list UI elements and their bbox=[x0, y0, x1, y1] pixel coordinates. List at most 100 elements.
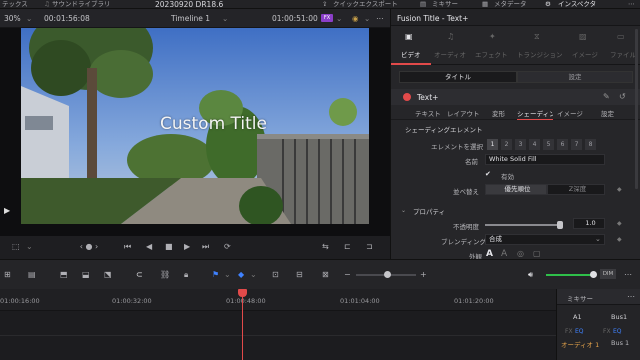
border-icon[interactable]: ◎ bbox=[517, 249, 524, 259]
outline-icon[interactable]: A bbox=[501, 249, 507, 259]
tab-image-text[interactable]: イメージ bbox=[557, 108, 583, 118]
skip-start-icon[interactable]: ⏮ bbox=[124, 242, 131, 252]
mark-out-icon[interactable]: ⊐ bbox=[366, 242, 373, 252]
play-icon[interactable]: ▶ bbox=[184, 242, 190, 252]
text-fill-icon[interactable]: A bbox=[486, 249, 493, 259]
element-4-button[interactable]: 4 bbox=[529, 139, 540, 150]
tab-audio[interactable]: ♫ オーディオ bbox=[433, 27, 471, 65]
blending-dropdown[interactable]: 合成 bbox=[485, 234, 605, 245]
tab-shading[interactable]: シェーディング bbox=[517, 108, 553, 120]
skip-end-icon[interactable]: ⏭ bbox=[202, 242, 209, 252]
zoom-custom-icon[interactable]: ⊠ bbox=[322, 270, 329, 280]
match-frame-icon[interactable]: ⇆ bbox=[322, 242, 329, 252]
dim-button[interactable]: DIM bbox=[600, 269, 616, 279]
chevron-down-icon[interactable]: ⌄ bbox=[26, 13, 32, 24]
title-overlay-text[interactable]: Custom Title bbox=[160, 114, 267, 134]
zoom-full-icon[interactable]: ⊡ bbox=[272, 270, 279, 280]
opacity-slider-knob[interactable] bbox=[557, 221, 563, 229]
element-5-button[interactable]: 5 bbox=[543, 139, 554, 150]
loop-icon[interactable]: ⟳ bbox=[224, 242, 231, 252]
zoom-slider-knob[interactable] bbox=[384, 271, 391, 278]
tab-transition[interactable]: ⧖ トランジション bbox=[517, 27, 563, 65]
quick-export-button[interactable]: クイックエクスポート bbox=[333, 0, 398, 8]
chevron-down-icon[interactable]: ⌄ bbox=[222, 13, 228, 24]
safe-area-icon[interactable]: ⬚ bbox=[12, 242, 20, 252]
opacity-field[interactable]: 1.0 bbox=[573, 218, 605, 229]
color-wheel-icon[interactable]: ◉ bbox=[352, 13, 359, 24]
tab-sound-library[interactable]: サウンドライブラリ bbox=[52, 0, 111, 8]
chevron-down-icon[interactable]: ⌄ bbox=[250, 270, 257, 280]
volume-slider[interactable] bbox=[546, 274, 594, 276]
tab-textures[interactable]: テックス bbox=[2, 0, 28, 8]
effect-enable-toggle[interactable] bbox=[403, 93, 411, 101]
chevron-down-icon[interactable]: ⌄ bbox=[364, 13, 370, 24]
timeline[interactable]: 01:00:16:00 01:00:32:00 01:00:48:00 01:0… bbox=[0, 289, 556, 360]
chevron-down-icon[interactable]: ⌄ bbox=[26, 242, 33, 252]
mark-in-icon[interactable]: ⊏ bbox=[344, 242, 351, 252]
tab-text[interactable]: テキスト bbox=[415, 108, 441, 118]
tab-video[interactable]: ▣ ビデオ bbox=[391, 27, 431, 65]
marker-icon[interactable]: ◆ bbox=[238, 270, 244, 280]
timeline-name[interactable]: Timeline 1 bbox=[171, 13, 210, 24]
keyframe-diamond-icon[interactable]: ◆ bbox=[617, 185, 622, 195]
tab-inspector[interactable]: インスペクタ bbox=[558, 0, 596, 8]
snapping-icon[interactable]: ⊂ bbox=[136, 270, 143, 280]
video-frame[interactable]: Custom Title bbox=[21, 28, 369, 224]
zoom-dropdown[interactable]: 30% bbox=[4, 13, 21, 24]
speaker-icon[interactable]: 🔊︎ bbox=[528, 270, 533, 280]
zoom-in-icon[interactable]: + bbox=[420, 270, 427, 280]
more-icon[interactable]: ⋯ bbox=[376, 13, 384, 24]
shape-icon[interactable]: ▢ bbox=[533, 249, 541, 259]
overwrite-icon[interactable]: ⬓ bbox=[82, 270, 90, 280]
playhead-handle[interactable] bbox=[238, 289, 247, 297]
enabled-checkbox[interactable]: ✔ bbox=[485, 169, 491, 179]
fusion-edit-icon[interactable]: ✎ bbox=[603, 92, 610, 102]
chevron-down-icon[interactable]: ⌄ bbox=[401, 206, 406, 216]
tab-effects[interactable]: ✦ エフェクト bbox=[475, 27, 513, 65]
tab-file[interactable]: ▭ ファイル bbox=[605, 27, 639, 65]
timeline-ruler[interactable]: 01:00:16:00 01:00:32:00 01:00:48:00 01:0… bbox=[0, 289, 556, 311]
more-icon[interactable]: ⋯ bbox=[627, 292, 635, 302]
channel-a1-eq[interactable]: EQ bbox=[575, 328, 584, 335]
channel-bus1-eq[interactable]: EQ bbox=[613, 328, 622, 335]
element-6-button[interactable]: 6 bbox=[557, 139, 568, 150]
tab-image[interactable]: ▨ イメージ bbox=[567, 27, 601, 65]
inspector-scrollbar[interactable] bbox=[635, 29, 638, 189]
lock-icon[interactable]: 🔒︎ bbox=[184, 270, 188, 280]
element-2-button[interactable]: 2 bbox=[501, 139, 512, 150]
reset-icon[interactable]: ↺ bbox=[619, 92, 626, 102]
tab-layout[interactable]: レイアウト bbox=[447, 108, 480, 118]
volume-knob[interactable] bbox=[590, 271, 597, 278]
trim-icon[interactable]: ▤ bbox=[28, 270, 36, 280]
chevron-down-icon[interactable]: ⌄ bbox=[224, 270, 231, 280]
flag-icon[interactable]: ⚑ bbox=[212, 270, 219, 280]
keyframe-diamond-icon[interactable]: ◆ bbox=[617, 219, 622, 229]
zoom-detail-icon[interactable]: ⊟ bbox=[296, 270, 303, 280]
element-8-button[interactable]: 8 bbox=[585, 139, 596, 150]
layout-icon[interactable]: ⊞ bbox=[4, 270, 11, 280]
tab-mixer[interactable]: ミキサー bbox=[432, 0, 458, 8]
sort-zdepth-button[interactable]: Z深度 bbox=[547, 184, 605, 195]
keyframe-diamond-icon[interactable]: ◆ bbox=[617, 235, 622, 245]
chevron-down-icon[interactable]: ⌄ bbox=[336, 13, 342, 24]
element-3-button[interactable]: 3 bbox=[515, 139, 526, 150]
tab-transform[interactable]: 変形 bbox=[492, 108, 505, 118]
replace-icon[interactable]: ⬔ bbox=[104, 270, 112, 280]
insert-icon[interactable]: ⬒ bbox=[60, 270, 68, 280]
tab-metadata[interactable]: メタデータ bbox=[494, 0, 527, 8]
tab-title[interactable]: タイトル bbox=[399, 71, 517, 83]
play-small-icon[interactable]: ▶ bbox=[4, 206, 10, 215]
opacity-slider[interactable] bbox=[485, 221, 563, 229]
link-icon[interactable]: ⛓ bbox=[160, 270, 170, 280]
play-reverse-icon[interactable]: ◀ bbox=[146, 242, 152, 252]
chevron-down-icon[interactable]: ⌄ bbox=[595, 234, 601, 244]
element-7-button[interactable]: 7 bbox=[571, 139, 582, 150]
name-field[interactable]: White Solid Fill bbox=[485, 154, 605, 165]
element-1-button[interactable]: 1 bbox=[487, 139, 498, 150]
jog-control[interactable]: ‹ ● › bbox=[74, 242, 104, 252]
zoom-out-icon[interactable]: − bbox=[344, 270, 351, 280]
tab-settings-text[interactable]: 設定 bbox=[601, 108, 614, 118]
more-icon[interactable]: ⋯ bbox=[628, 0, 635, 8]
tab-settings[interactable]: 設定 bbox=[517, 71, 633, 83]
sort-priority-button[interactable]: 優先順位 bbox=[485, 184, 547, 195]
